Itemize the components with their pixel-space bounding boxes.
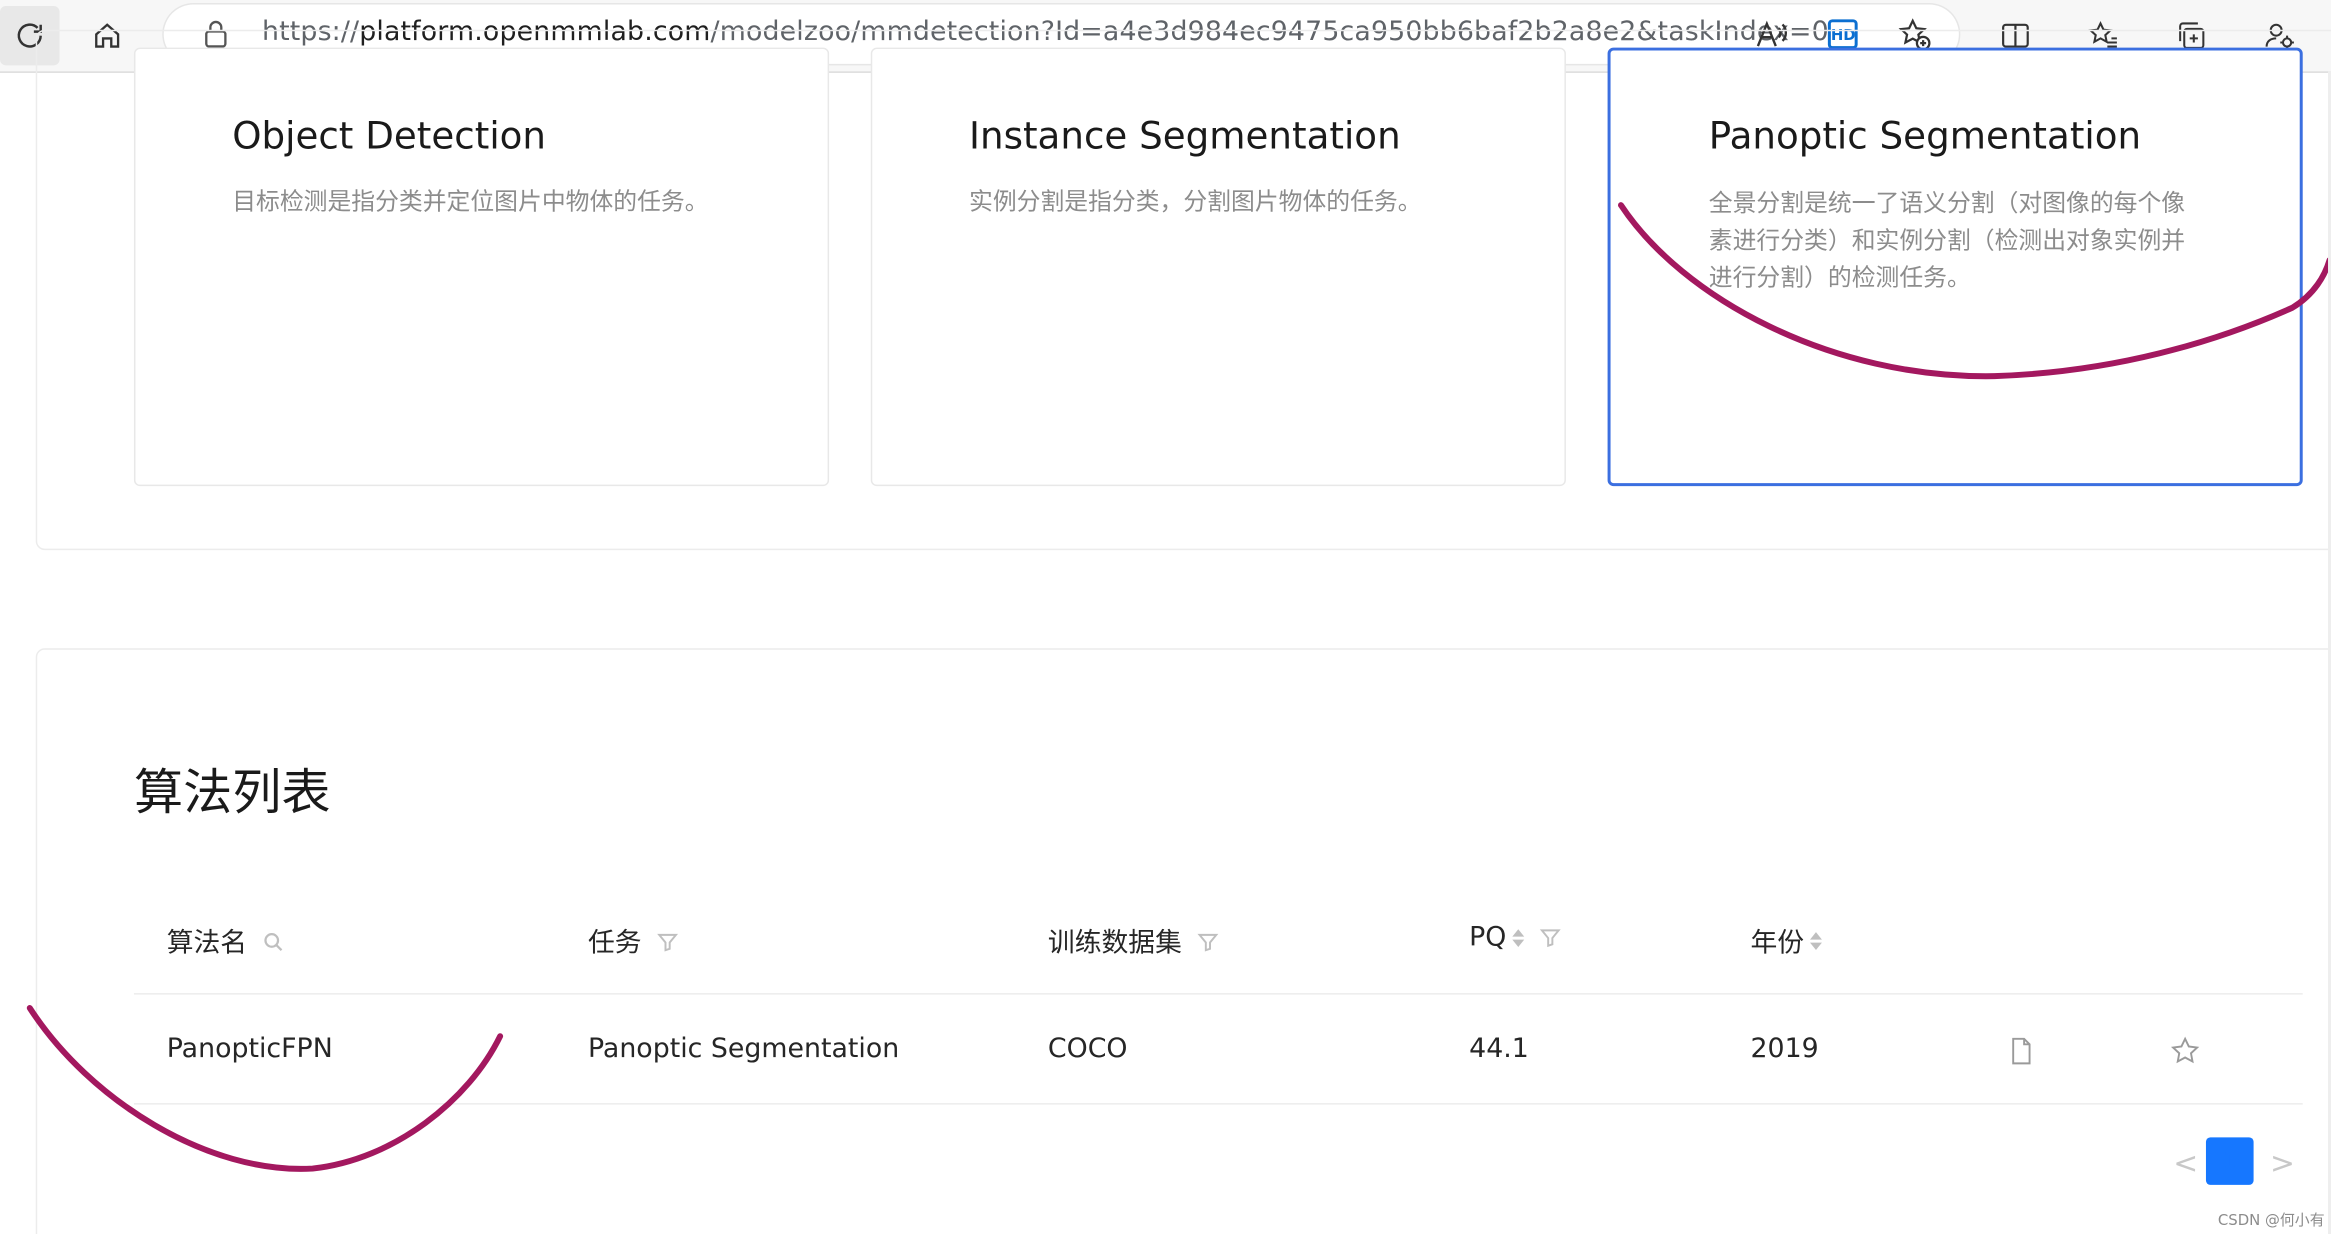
task-card-object-detection[interactable]: Object Detection 目标检测是指分类并定位图片中物体的任务。 <box>133 47 830 487</box>
watermark: CSDN @何小有 <box>2217 1213 2325 1230</box>
cell-pq: 44.1 <box>1469 1033 1529 1065</box>
card-description: 实例分割是指分类，分割图片物体的任务。 <box>969 187 1422 216</box>
pagination-next[interactable]: > <box>2270 1145 2295 1181</box>
filter-icon[interactable] <box>1539 926 1561 948</box>
task-card-panoptic-segmentation[interactable]: Panoptic Segmentation 全景分割是统一了语义分割（对图像的每… <box>1607 47 2303 487</box>
cell-algorithm-name[interactable]: PanopticFPN <box>167 1033 333 1064</box>
card-description: 全景分割是统一了语义分割（对图像的每个像素进行分类）和实例分割（检测出对象实例并… <box>1708 188 2186 292</box>
column-header-year: 年份 <box>1750 922 1822 961</box>
card-title: Object Detection <box>232 114 547 158</box>
card-title: Panoptic Segmentation <box>1708 114 2142 158</box>
pagination-current-page[interactable]: 1 <box>2205 1137 2254 1185</box>
card-title: Instance Segmentation <box>969 114 1401 158</box>
column-header-dataset: 训练数据集 <box>1048 922 1219 961</box>
section-title: 算法列表 <box>133 762 331 821</box>
sort-icon[interactable] <box>1810 932 1822 951</box>
card-description: 目标检测是指分类并定位图片中物体的任务。 <box>232 187 709 216</box>
column-header-task: 任务 <box>588 922 679 961</box>
screenshot-frame: https://platform.openmmlab.com/modelzoo/… <box>0 0 2331 1234</box>
star-icon[interactable] <box>2169 1035 2202 1068</box>
column-header-pq: PQ <box>1469 922 1561 953</box>
column-header-name: 算法名 <box>167 922 285 961</box>
filter-icon[interactable] <box>1197 930 1219 952</box>
document-icon[interactable] <box>2005 1035 2038 1068</box>
cell-task: Panoptic Segmentation <box>587 1033 900 1065</box>
table-divider <box>133 1103 2303 1105</box>
pagination-prev[interactable]: < <box>2173 1145 2198 1181</box>
cell-year: 2019 <box>1750 1033 1819 1065</box>
cell-dataset: COCO <box>1047 1033 1128 1065</box>
search-icon[interactable] <box>262 930 284 952</box>
task-card-instance-segmentation[interactable]: Instance Segmentation 实例分割是指分类，分割图片物体的任务… <box>870 47 1566 487</box>
table-divider <box>133 993 2303 995</box>
sort-icon[interactable] <box>1512 928 1525 947</box>
filter-icon[interactable] <box>656 930 679 952</box>
